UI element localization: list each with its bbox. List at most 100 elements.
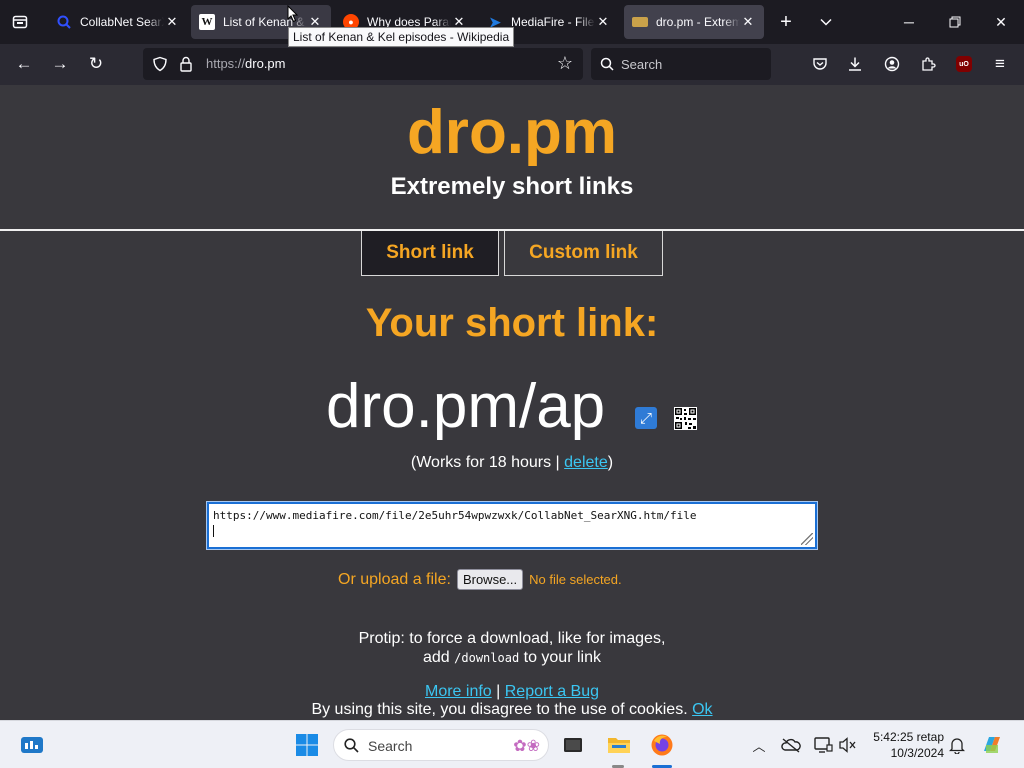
tab-title: dro.pm - Extremely short links (656, 15, 740, 29)
url-host: dro.pm (245, 56, 286, 71)
tab-dropm[interactable]: dro.pm - Extremely short links ✕ (624, 5, 764, 39)
network-button[interactable] (811, 733, 835, 757)
short-link-text[interactable]: dro.pm/ap (326, 371, 605, 442)
folder-icon (608, 738, 630, 753)
url-bar[interactable]: https://dro.pm ☆ (143, 48, 583, 80)
file-explorer-button[interactable] (607, 733, 631, 757)
browse-button[interactable]: Browse... (456, 569, 524, 590)
protip-code: /download (454, 651, 520, 665)
windows-logo-icon (296, 734, 318, 756)
search-bar[interactable]: Search (591, 48, 771, 80)
close-icon[interactable]: ✕ (164, 14, 180, 30)
chevron-up-icon: ︿ (752, 738, 766, 754)
protip-end: to your link (519, 649, 601, 666)
close-icon[interactable]: ✕ (740, 14, 756, 30)
taskbar-search[interactable]: Search ✿❀ (333, 729, 549, 761)
back-button[interactable]: ← (8, 48, 40, 80)
upload-label: Or upload a file: (338, 570, 451, 588)
start-button[interactable] (295, 733, 319, 757)
navigation-toolbar: ← → ↻ https://dro.pm ☆ Search uO ≡ (0, 44, 1024, 85)
searxng-favicon (56, 14, 72, 30)
firefox-icon (651, 734, 673, 756)
long-url-value: https://www.mediafire.com/file/2e5uhr54w… (213, 509, 697, 522)
firefox-view-button[interactable] (0, 0, 40, 44)
copilot-button[interactable] (980, 733, 1004, 757)
report-bug-link[interactable]: Report a Bug (505, 683, 599, 700)
close-window-button[interactable]: ✕ (978, 0, 1024, 44)
upload-row: Or upload a file: Browse... No file sele… (338, 569, 622, 590)
task-view-icon (564, 738, 582, 752)
search-highlight-flowers-icon: ✿❀ (513, 738, 540, 755)
reload-icon: ↻ (88, 54, 104, 73)
speaker-muted-icon (839, 737, 856, 753)
close-icon: ✕ (995, 13, 1007, 30)
extensions-button[interactable] (912, 48, 944, 80)
puzzle-icon (922, 57, 936, 71)
cookie-ok-link[interactable]: Ok (692, 701, 712, 718)
tab-tooltip: List of Kenan & Kel episodes - Wikipedia (288, 27, 515, 47)
protip: Protip: to force a download, like for im… (0, 629, 1024, 668)
clock-time: 5:42:25 retap (873, 730, 944, 744)
menu-button[interactable]: ≡ (984, 48, 1016, 80)
volume-button[interactable] (836, 733, 860, 757)
copilot-icon (984, 737, 1000, 753)
site-tagline: Extremely short links (390, 173, 634, 200)
site-header: dro.pm Extremely short links (0, 85, 1024, 231)
restore-icon (949, 16, 961, 28)
notifications-button[interactable] (945, 733, 969, 757)
bookmark-star-icon[interactable]: ☆ (557, 53, 573, 74)
search-icon (344, 738, 359, 753)
tab-title: MediaFire - File sharing (511, 15, 595, 29)
lock-icon[interactable] (179, 56, 193, 72)
onedrive-button[interactable] (779, 733, 803, 757)
mouse-cursor-icon (287, 5, 299, 23)
forward-button[interactable]: → (44, 48, 76, 80)
ublock-button[interactable]: uO (948, 48, 980, 80)
resize-grip-icon[interactable] (801, 533, 813, 545)
show-hidden-icons-button[interactable]: ︿ (747, 733, 771, 757)
clock-date: 10/3/2024 (890, 746, 944, 760)
downloads-button[interactable] (839, 48, 871, 80)
firefox-taskbar-button[interactable] (650, 733, 674, 757)
link-separator: | (491, 683, 505, 700)
search-placeholder: Search (621, 57, 663, 72)
short-link-tab[interactable]: Short link (361, 231, 499, 276)
close-icon[interactable]: ✕ (595, 14, 611, 30)
restore-button[interactable] (932, 0, 978, 44)
system-clock[interactable]: 5:42:25 retap 10/3/2024 (868, 729, 944, 761)
expiry-text: (Works for 18 hours | (410, 454, 565, 471)
delete-link[interactable]: delete (564, 454, 608, 471)
long-url-textarea[interactable]: https://www.mediafire.com/file/2e5uhr54w… (206, 501, 818, 550)
list-all-tabs-button[interactable] (803, 0, 849, 44)
site-logo[interactable]: dro.pm (0, 97, 1024, 168)
reload-button[interactable]: ↻ (80, 48, 112, 80)
minimize-button[interactable]: ─ (886, 0, 932, 44)
cookie-notice: By using this site, you disagree to the … (0, 701, 1024, 719)
taskbar-search-placeholder: Search (368, 738, 413, 754)
minimize-icon: ─ (904, 14, 914, 30)
cloud-off-icon (781, 738, 801, 753)
qr-code-icon[interactable] (674, 407, 697, 430)
tab-title: CollabNet SearXNG (80, 15, 164, 29)
tab-collabnet[interactable]: CollabNet SearXNG ✕ (48, 5, 188, 39)
expiry-close: ) (607, 454, 614, 471)
task-view-button[interactable] (561, 733, 585, 757)
result-heading: Your short link: (365, 301, 659, 345)
network-icon (814, 737, 833, 753)
search-icon (600, 57, 614, 71)
page-content: dro.pm Extremely short links Short link … (0, 85, 1024, 720)
pocket-button[interactable] (804, 48, 836, 80)
plus-icon: + (780, 10, 792, 33)
dropm-favicon (632, 17, 648, 27)
shield-icon[interactable] (152, 56, 168, 72)
widgets-button[interactable] (20, 733, 44, 757)
open-link-icon[interactable]: ⤢ (635, 407, 657, 429)
ublock-icon: uO (956, 56, 972, 72)
url-scheme: https:// (206, 56, 246, 71)
account-button[interactable] (876, 48, 908, 80)
no-file-status: No file selected. (529, 572, 622, 587)
custom-link-tab[interactable]: Custom link (504, 231, 663, 276)
more-info-link[interactable]: More info (425, 683, 492, 700)
wikipedia-favicon: W (199, 14, 215, 30)
text-caret (213, 525, 214, 537)
